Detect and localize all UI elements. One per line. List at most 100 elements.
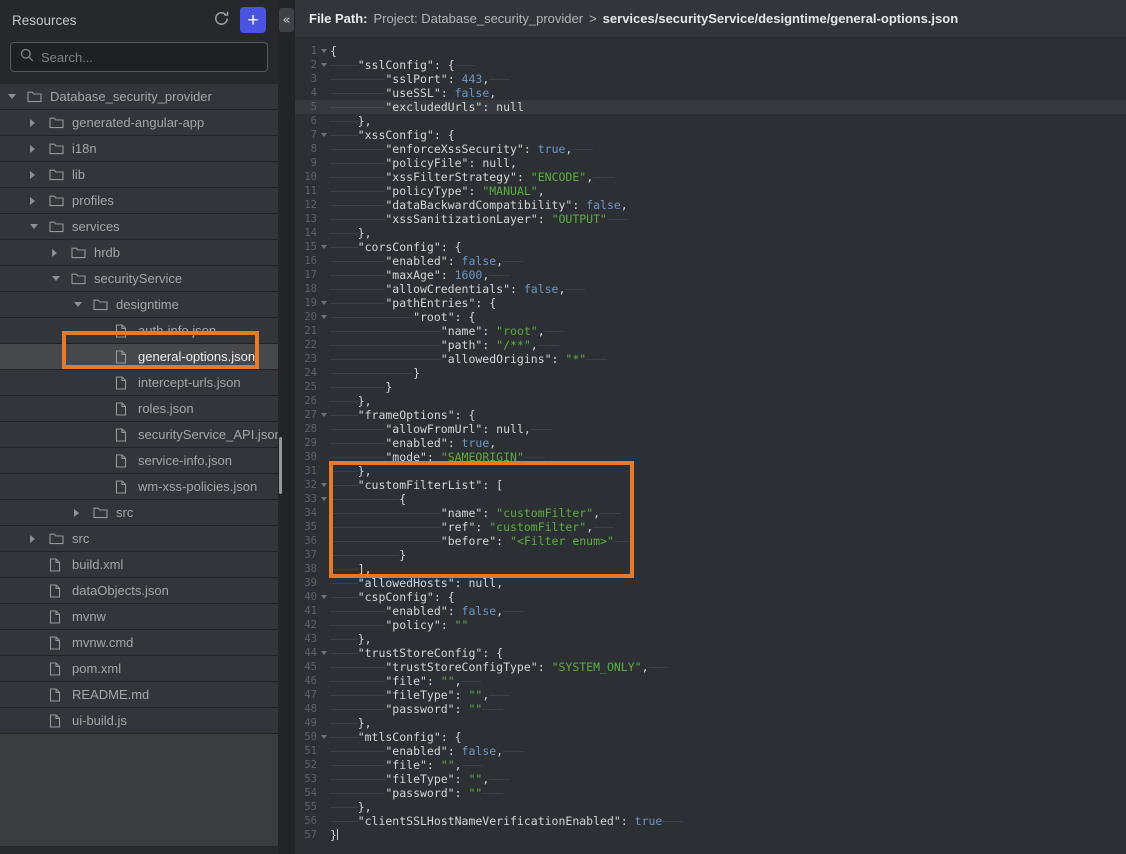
fold-arrow-icon[interactable] <box>317 310 330 324</box>
code-line-47[interactable]: 47"fileType": "", <box>295 688 1126 702</box>
tree-item-securityService[interactable]: securityService <box>0 266 278 292</box>
fold-arrow-icon[interactable] <box>317 590 330 604</box>
code-line-13[interactable]: 13"xssSanitizationLayer": "OUTPUT" <box>295 212 1126 226</box>
code-line-22[interactable]: 22"path": "/**", <box>295 338 1126 352</box>
code-line-52[interactable]: 52"file": "", <box>295 758 1126 772</box>
tree-item-mvnw.cmd[interactable]: mvnw.cmd <box>0 630 278 656</box>
code-line-34[interactable]: 34"name": "customFilter", <box>295 506 1126 520</box>
chevron-right-icon[interactable] <box>74 509 93 517</box>
chevron-right-icon[interactable] <box>30 171 49 179</box>
code-line-49[interactable]: 49}, <box>295 716 1126 730</box>
code-line-32[interactable]: 32"customFilterList": [ <box>295 478 1126 492</box>
tree-item-src[interactable]: src <box>0 526 278 552</box>
chevron-down-icon[interactable] <box>74 302 93 307</box>
code-line-51[interactable]: 51"enabled": false, <box>295 744 1126 758</box>
code-line-2[interactable]: 2"sslConfig": { <box>295 58 1126 72</box>
code-line-25[interactable]: 25} <box>295 380 1126 394</box>
tree-item-hrdb[interactable]: hrdb <box>0 240 278 266</box>
code-line-27[interactable]: 27"frameOptions": { <box>295 408 1126 422</box>
search-box[interactable] <box>10 42 268 72</box>
code-line-17[interactable]: 17"maxAge": 1600, <box>295 268 1126 282</box>
tree-item-generated-angular-app[interactable]: generated-angular-app <box>0 110 278 136</box>
tree-item-services[interactable]: services <box>0 214 278 240</box>
code-line-1[interactable]: 1{ <box>295 44 1126 58</box>
tree-item-pom.xml[interactable]: pom.xml <box>0 656 278 682</box>
tree-item-roles.json[interactable]: roles.json <box>0 396 278 422</box>
fold-arrow-icon[interactable] <box>317 478 330 492</box>
code-line-30[interactable]: 30"mode": "SAMEORIGIN" <box>295 450 1126 464</box>
chevron-right-icon[interactable] <box>30 197 49 205</box>
code-line-26[interactable]: 26}, <box>295 394 1126 408</box>
fold-arrow-icon[interactable] <box>317 646 330 660</box>
code-line-8[interactable]: 8"enforceXssSecurity": true, <box>295 142 1126 156</box>
code-line-18[interactable]: 18"allowCredentials": false, <box>295 282 1126 296</box>
code-line-57[interactable]: 57} <box>295 828 1126 842</box>
add-resource-button[interactable]: + <box>240 7 266 33</box>
code-line-11[interactable]: 11"policyType": "MANUAL", <box>295 184 1126 198</box>
tree-item-general-options.json[interactable]: general-options.json <box>0 344 278 370</box>
tree-item-intercept-urls.json[interactable]: intercept-urls.json <box>0 370 278 396</box>
tree-item-service-info.json[interactable]: service-info.json <box>0 448 278 474</box>
code-line-19[interactable]: 19"pathEntries": { <box>295 296 1126 310</box>
code-line-53[interactable]: 53"fileType": "", <box>295 772 1126 786</box>
tree-item-i18n[interactable]: i18n <box>0 136 278 162</box>
tree-item-src[interactable]: src <box>0 500 278 526</box>
chevron-right-icon[interactable] <box>52 249 71 257</box>
tree-item-profiles[interactable]: profiles <box>0 188 278 214</box>
tree-item-build.xml[interactable]: build.xml <box>0 552 278 578</box>
code-line-16[interactable]: 16"enabled": false, <box>295 254 1126 268</box>
chevron-down-icon[interactable] <box>8 94 27 99</box>
code-line-29[interactable]: 29"enabled": true, <box>295 436 1126 450</box>
fold-arrow-icon[interactable] <box>317 128 330 142</box>
collapse-sidebar-button[interactable]: « <box>279 8 294 32</box>
tree-item-wm-xss-policies.json[interactable]: wm-xss-policies.json <box>0 474 278 500</box>
chevron-down-icon[interactable] <box>30 224 49 229</box>
code-line-20[interactable]: 20"root": { <box>295 310 1126 324</box>
chevron-right-icon[interactable] <box>30 535 49 543</box>
tree-item-Database_security_provider[interactable]: Database_security_provider <box>0 84 278 110</box>
code-line-44[interactable]: 44"trustStoreConfig": { <box>295 646 1126 660</box>
code-line-42[interactable]: 42"policy": "" <box>295 618 1126 632</box>
code-line-36[interactable]: 36"before": "<Filter enum>" <box>295 534 1126 548</box>
tree-item-dataObjects.json[interactable]: dataObjects.json <box>0 578 278 604</box>
code-line-33[interactable]: 33{ <box>295 492 1126 506</box>
tree-item-mvnw[interactable]: mvnw <box>0 604 278 630</box>
chevron-down-icon[interactable] <box>52 276 71 281</box>
code-line-41[interactable]: 41"enabled": false, <box>295 604 1126 618</box>
code-line-12[interactable]: 12"dataBackwardCompatibility": false, <box>295 198 1126 212</box>
fold-arrow-icon[interactable] <box>317 296 330 310</box>
code-line-23[interactable]: 23"allowedOrigins": "*" <box>295 352 1126 366</box>
chevron-right-icon[interactable] <box>30 145 49 153</box>
tree-item-auth-info.json[interactable]: auth-info.json <box>0 318 278 344</box>
code-line-40[interactable]: 40"cspConfig": { <box>295 590 1126 604</box>
search-input[interactable] <box>41 50 258 65</box>
code-line-45[interactable]: 45"trustStoreConfigType": "SYSTEM_ONLY", <box>295 660 1126 674</box>
code-line-15[interactable]: 15"corsConfig": { <box>295 240 1126 254</box>
code-line-14[interactable]: 14}, <box>295 226 1126 240</box>
code-line-7[interactable]: 7"xssConfig": { <box>295 128 1126 142</box>
fold-arrow-icon[interactable] <box>317 58 330 72</box>
tree-item-securityService_API.json[interactable]: securityService_API.json <box>0 422 278 448</box>
refresh-button[interactable] <box>213 10 230 30</box>
fold-arrow-icon[interactable] <box>317 730 330 744</box>
code-line-56[interactable]: 56"clientSSLHostNameVerificationEnabled"… <box>295 814 1126 828</box>
code-line-39[interactable]: 39"allowedHosts": null, <box>295 576 1126 590</box>
fold-arrow-icon[interactable] <box>317 408 330 422</box>
code-line-46[interactable]: 46"file": "", <box>295 674 1126 688</box>
code-line-21[interactable]: 21"name": "root", <box>295 324 1126 338</box>
code-line-35[interactable]: 35"ref": "customFilter", <box>295 520 1126 534</box>
code-line-55[interactable]: 55}, <box>295 800 1126 814</box>
code-line-24[interactable]: 24} <box>295 366 1126 380</box>
code-line-38[interactable]: 38], <box>295 562 1126 576</box>
code-line-3[interactable]: 3"sslPort": 443, <box>295 72 1126 86</box>
code-line-6[interactable]: 6}, <box>295 114 1126 128</box>
fold-arrow-icon[interactable] <box>317 492 330 506</box>
code-line-10[interactable]: 10"xssFilterStrategy": "ENCODE", <box>295 170 1126 184</box>
code-line-54[interactable]: 54"password": "" <box>295 786 1126 800</box>
fold-arrow-icon[interactable] <box>317 240 330 254</box>
code-line-28[interactable]: 28"allowFromUrl": null, <box>295 422 1126 436</box>
fold-arrow-icon[interactable] <box>317 44 330 58</box>
code-line-48[interactable]: 48"password": "" <box>295 702 1126 716</box>
tree-item-designtime[interactable]: designtime <box>0 292 278 318</box>
chevron-right-icon[interactable] <box>30 119 49 127</box>
